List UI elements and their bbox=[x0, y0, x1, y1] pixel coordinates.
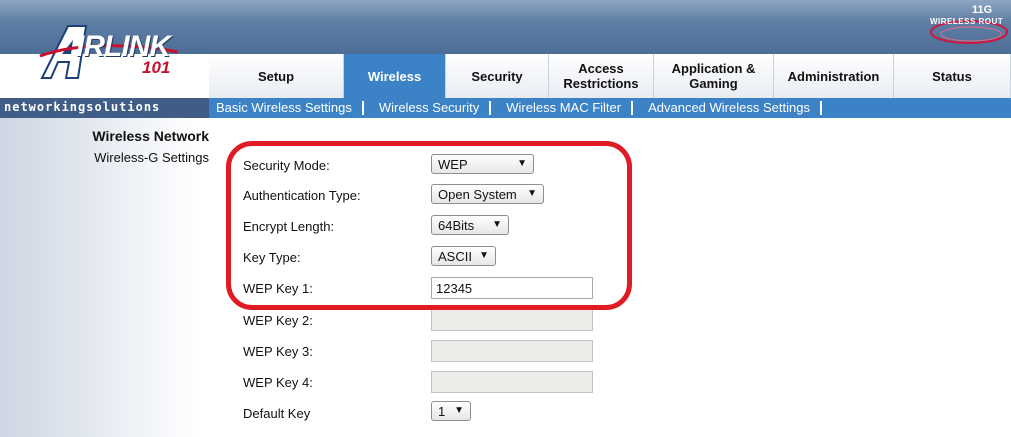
tab-setup[interactable]: Setup bbox=[209, 54, 344, 98]
dropdown-arrow-icon: ▼ bbox=[454, 405, 464, 416]
sub-navigation: Basic Wireless Settings Wireless Securit… bbox=[209, 98, 1011, 118]
sidebar-title: Wireless Network bbox=[92, 128, 209, 144]
highlight-annotation bbox=[226, 141, 632, 310]
tab-security[interactable]: Security bbox=[446, 54, 549, 98]
badge-title: WIRELESS ROUT bbox=[930, 17, 1004, 26]
tab-access-restrictions[interactable]: Access Restrictions bbox=[549, 54, 654, 98]
default-key-value: 1 bbox=[438, 403, 446, 419]
tab-status[interactable]: Status bbox=[894, 54, 1011, 98]
sidebar-item-wireless-g-settings[interactable]: Wireless-G Settings bbox=[94, 150, 209, 165]
logo-number: 101 bbox=[142, 58, 171, 77]
main-tabs: Setup Wireless Security Access Restricti… bbox=[209, 54, 1011, 98]
tab-administration[interactable]: Administration bbox=[774, 54, 894, 98]
default-key-select[interactable]: 1 ▼ bbox=[431, 401, 471, 421]
badge-number: 11G bbox=[972, 4, 993, 16]
tab-wireless[interactable]: Wireless bbox=[344, 54, 446, 98]
wep-key-3-label: WEP Key 3: bbox=[243, 344, 313, 359]
wep-key-4-input[interactable] bbox=[431, 371, 593, 393]
wep-key-4-label: WEP Key 4: bbox=[243, 375, 313, 390]
tagline: networkingsolutions bbox=[4, 100, 161, 114]
subnav-wireless-mac-filter[interactable]: Wireless MAC Filter bbox=[491, 101, 634, 115]
subnav-advanced-wireless-settings[interactable]: Advanced Wireless Settings bbox=[633, 101, 822, 115]
wep-key-3-input[interactable] bbox=[431, 340, 593, 362]
wep-key-2-label: WEP Key 2: bbox=[243, 313, 313, 328]
default-key-label: Default Key bbox=[243, 406, 311, 421]
sidebar: Wireless Network Wireless-G Settings bbox=[0, 118, 209, 437]
logo: IRLINK 101 bbox=[0, 0, 209, 98]
tab-application-gaming[interactable]: Application & Gaming bbox=[654, 54, 774, 98]
subnav-basic-wireless-settings[interactable]: Basic Wireless Settings bbox=[209, 101, 364, 115]
wep-key-2-input[interactable] bbox=[431, 309, 593, 331]
subnav-wireless-security[interactable]: Wireless Security bbox=[364, 101, 492, 115]
